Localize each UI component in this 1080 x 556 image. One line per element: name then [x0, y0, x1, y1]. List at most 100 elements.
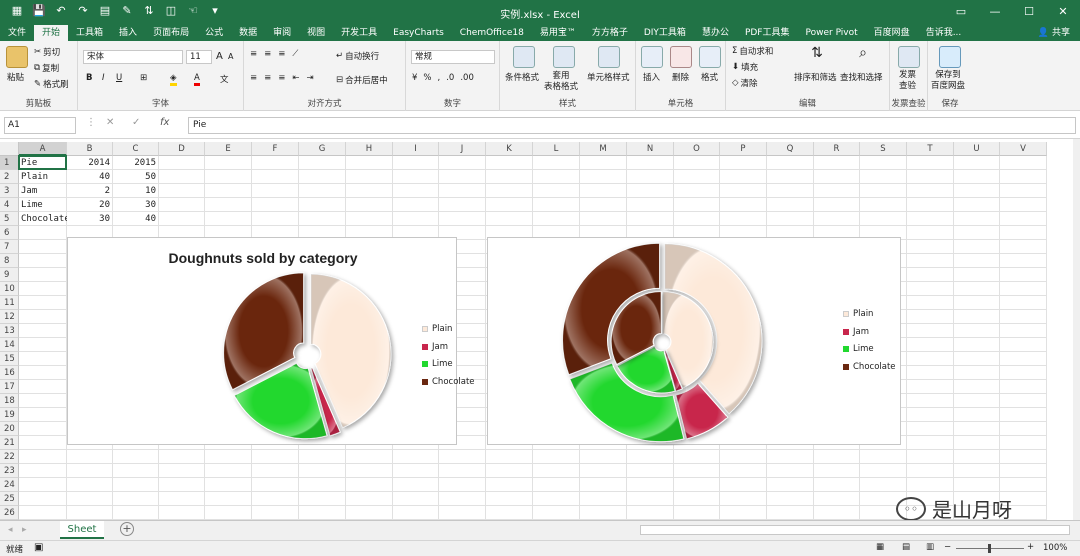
- cell[interactable]: Lime: [21, 198, 67, 212]
- copy-button[interactable]: ⧉ 复制: [34, 62, 59, 74]
- row-header[interactable]: 1: [0, 156, 19, 170]
- prev-sheet-icon[interactable]: ◂: [8, 525, 13, 535]
- cell[interactable]: 20: [67, 198, 110, 212]
- column-header[interactable]: P: [720, 142, 767, 156]
- tab-easycharts[interactable]: EasyCharts: [385, 25, 452, 41]
- cell[interactable]: Chocolate: [21, 212, 67, 226]
- font-size-select[interactable]: 11: [186, 50, 212, 64]
- font-name-select[interactable]: 宋体: [83, 50, 183, 64]
- row-header[interactable]: 2: [0, 170, 19, 184]
- cell[interactable]: 2015: [113, 156, 156, 170]
- tab-chemoffice[interactable]: ChemOffice18: [452, 25, 532, 41]
- row-header[interactable]: 9: [0, 268, 19, 282]
- column-header[interactable]: J: [439, 142, 486, 156]
- vertical-align-buttons[interactable]: ≡ ≡ ≡ ⟋: [250, 49, 298, 59]
- column-header[interactable]: T: [907, 142, 954, 156]
- font-shrink-button[interactable]: A: [228, 52, 233, 61]
- select-all-corner[interactable]: [0, 142, 19, 156]
- tab-pdf-tools[interactable]: PDF工具集: [737, 25, 798, 41]
- row-header[interactable]: 19: [0, 408, 19, 422]
- column-header[interactable]: H: [346, 142, 393, 156]
- row-header[interactable]: 18: [0, 394, 19, 408]
- phonetic-button[interactable]: 文: [220, 73, 229, 85]
- zoom-slider[interactable]: [956, 544, 1024, 553]
- column-header[interactable]: G: [299, 142, 346, 156]
- tab-fangfang[interactable]: 方方格子: [584, 25, 636, 41]
- legend-entry[interactable]: Jam: [843, 327, 869, 337]
- row-header[interactable]: 17: [0, 380, 19, 394]
- format-as-table-button[interactable]: 套用 表格格式: [544, 71, 578, 93]
- legend-entry[interactable]: Plain: [843, 309, 873, 319]
- row-header[interactable]: 11: [0, 296, 19, 310]
- column-header[interactable]: M: [580, 142, 627, 156]
- tab-review[interactable]: 审阅: [265, 25, 299, 41]
- italic-button[interactable]: I: [102, 73, 105, 83]
- column-header[interactable]: A: [19, 142, 67, 156]
- minimize-icon[interactable]: —: [978, 0, 1012, 24]
- cancel-icon[interactable]: ✕: [106, 117, 114, 128]
- font-color-button[interactable]: A: [194, 73, 200, 86]
- row-header[interactable]: 12: [0, 310, 19, 324]
- legend-entry[interactable]: Jam: [422, 342, 448, 352]
- chart-doughnut-exploded[interactable]: Doughnuts sold by category Plain Jam Lime C…: [67, 237, 475, 445]
- cut-button[interactable]: ✂ 剪切: [34, 46, 60, 58]
- zoom-slider-thumb[interactable]: [988, 544, 991, 553]
- tab-home[interactable]: 开始: [34, 25, 69, 41]
- chart-doughnut-nested[interactable]: Plain Jam Lime Chocolate: [487, 237, 901, 445]
- row-header[interactable]: 3: [0, 184, 19, 198]
- tab-baidu-disk[interactable]: 百度网盘: [866, 25, 918, 41]
- cell[interactable]: 2: [67, 184, 110, 198]
- row-header[interactable]: 26: [0, 506, 19, 520]
- column-header[interactable]: S: [860, 142, 907, 156]
- number-format-select[interactable]: 常规: [411, 50, 495, 64]
- normal-view-icon[interactable]: ▦: [876, 542, 884, 552]
- formula-input[interactable]: Pie: [188, 117, 1076, 134]
- cell[interactable]: 10: [113, 184, 156, 198]
- cell[interactable]: Plain: [21, 170, 67, 184]
- macro-record-icon[interactable]: ▣: [34, 542, 43, 553]
- next-sheet-icon[interactable]: ▸: [22, 525, 27, 535]
- column-header[interactable]: B: [67, 142, 113, 156]
- format-cells-button[interactable]: 格式: [701, 71, 718, 83]
- row-header[interactable]: 22: [0, 450, 19, 464]
- row-header[interactable]: 15: [0, 352, 19, 366]
- underline-button[interactable]: U: [116, 73, 122, 83]
- insert-function-button[interactable]: fx: [160, 117, 169, 128]
- clear-button[interactable]: ◇ 清除: [732, 77, 758, 89]
- zoom-in-icon[interactable]: +: [1027, 542, 1034, 552]
- cell-styles-button[interactable]: 单元格样式: [587, 71, 630, 83]
- zoom-out-icon[interactable]: −: [944, 542, 951, 552]
- row-header[interactable]: 25: [0, 492, 19, 506]
- bold-button[interactable]: B: [86, 73, 92, 83]
- cell[interactable]: 30: [67, 212, 110, 226]
- tab-yiyongbao[interactable]: 易用宝™: [532, 25, 584, 41]
- share-button[interactable]: 👤 共享: [1038, 25, 1070, 38]
- fill-button[interactable]: ⬇ 填充: [732, 61, 758, 73]
- column-header[interactable]: O: [674, 142, 720, 156]
- row-header[interactable]: 14: [0, 338, 19, 352]
- cell[interactable]: 40: [113, 212, 156, 226]
- column-header[interactable]: I: [393, 142, 439, 156]
- tab-page-layout[interactable]: 页面布局: [145, 25, 197, 41]
- row-header[interactable]: 13: [0, 324, 19, 338]
- legend-entry[interactable]: Chocolate: [422, 377, 475, 387]
- column-header[interactable]: U: [954, 142, 1000, 156]
- delete-cells-button[interactable]: 删除: [672, 71, 689, 83]
- tab-diy-toolbox[interactable]: DIY工具箱: [636, 25, 694, 41]
- ribbon-display-icon[interactable]: ▭: [944, 0, 978, 24]
- row-header[interactable]: 23: [0, 464, 19, 478]
- paste-button[interactable]: 粘贴: [7, 71, 24, 83]
- horizontal-align-buttons[interactable]: ≡ ≡ ≡ ⇤ ⇥: [250, 73, 314, 83]
- row-header[interactable]: 6: [0, 226, 19, 240]
- close-icon[interactable]: ✕: [1046, 0, 1080, 24]
- legend-entry[interactable]: Chocolate: [843, 362, 896, 372]
- merge-center-button[interactable]: ⊟ 合并后居中: [336, 74, 388, 86]
- cell[interactable]: 50: [113, 170, 156, 184]
- row-header[interactable]: 8: [0, 254, 19, 268]
- cell[interactable]: 40: [67, 170, 110, 184]
- legend-entry[interactable]: Lime: [422, 359, 453, 369]
- row-header[interactable]: 7: [0, 240, 19, 254]
- tab-view[interactable]: 视图: [299, 25, 333, 41]
- page-break-view-icon[interactable]: ▥: [926, 542, 934, 552]
- cell[interactable]: 30: [113, 198, 156, 212]
